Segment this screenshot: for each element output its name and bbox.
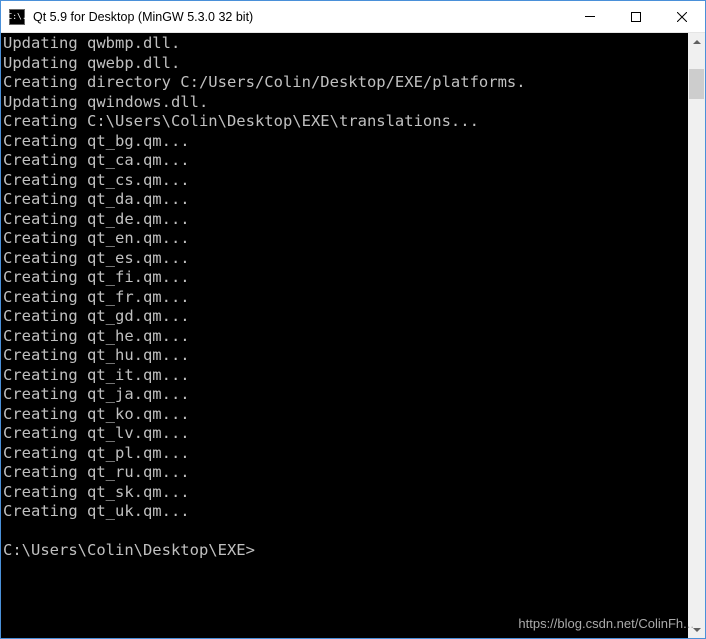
minimize-icon [585, 16, 595, 17]
scroll-thumb[interactable] [689, 69, 704, 99]
maximize-icon [631, 12, 641, 22]
terminal-prompt: C:\Users\Colin\Desktop\EXE> [3, 541, 686, 561]
chevron-down-icon [693, 628, 701, 632]
terminal-line: Creating qt_it.qm... [3, 366, 686, 386]
terminal-line: Creating qt_ru.qm... [3, 463, 686, 483]
terminal-line: Creating qt_sk.qm... [3, 483, 686, 503]
terminal-line: Creating C:\Users\Colin\Desktop\EXE\tran… [3, 112, 686, 132]
terminal-line: Creating qt_ja.qm... [3, 385, 686, 405]
titlebar: C:\. Qt 5.9 for Desktop (MinGW 5.3.0 32 … [1, 1, 705, 33]
scrollbar[interactable] [688, 33, 705, 638]
chevron-up-icon [693, 40, 701, 44]
terminal-line: Creating qt_es.qm... [3, 249, 686, 269]
terminal-line: Updating qwbmp.dll. [3, 34, 686, 54]
terminal-line: Creating qt_ca.qm... [3, 151, 686, 171]
minimize-button[interactable] [567, 1, 613, 32]
terminal-line: Creating directory C:/Users/Colin/Deskto… [3, 73, 686, 93]
app-window: C:\. Qt 5.9 for Desktop (MinGW 5.3.0 32 … [0, 0, 706, 639]
terminal-line: Updating qwindows.dll. [3, 93, 686, 113]
terminal-line: Creating qt_fi.qm... [3, 268, 686, 288]
terminal-area: Updating qwbmp.dll.Updating qwebp.dll.Cr… [1, 33, 705, 638]
terminal-line: Creating qt_gd.qm... [3, 307, 686, 327]
terminal-line: Creating qt_pl.qm... [3, 444, 686, 464]
app-icon: C:\. [9, 9, 25, 25]
terminal-line: Creating qt_en.qm... [3, 229, 686, 249]
maximize-button[interactable] [613, 1, 659, 32]
terminal-line: Creating qt_de.qm... [3, 210, 686, 230]
terminal-line: Creating qt_cs.qm... [3, 171, 686, 191]
terminal-line: Creating qt_bg.qm... [3, 132, 686, 152]
scroll-down-button[interactable] [688, 621, 705, 638]
terminal-line: Creating qt_he.qm... [3, 327, 686, 347]
close-button[interactable] [659, 1, 705, 32]
window-controls [567, 1, 705, 32]
terminal-line: Creating qt_da.qm... [3, 190, 686, 210]
terminal-line: Creating qt_hu.qm... [3, 346, 686, 366]
scroll-up-button[interactable] [688, 33, 705, 50]
terminal-output[interactable]: Updating qwbmp.dll.Updating qwebp.dll.Cr… [1, 33, 688, 638]
window-title: Qt 5.9 for Desktop (MinGW 5.3.0 32 bit) [33, 10, 567, 24]
terminal-line: Creating qt_uk.qm... [3, 502, 686, 522]
terminal-line: Creating qt_ko.qm... [3, 405, 686, 425]
terminal-line: Creating qt_fr.qm... [3, 288, 686, 308]
terminal-line: Updating qwebp.dll. [3, 54, 686, 74]
terminal-line: Creating qt_lv.qm... [3, 424, 686, 444]
close-icon [677, 12, 687, 22]
